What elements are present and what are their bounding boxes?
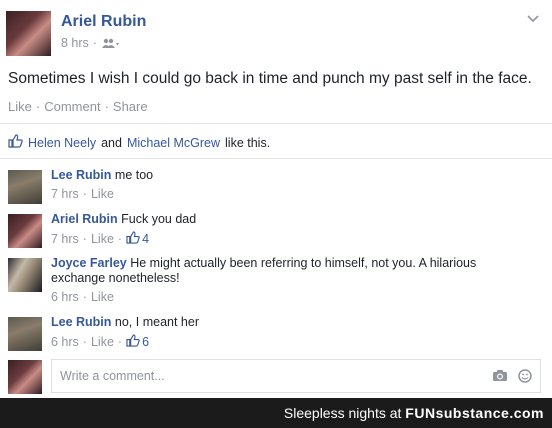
watermark-text: Sleepless nights at FUNsubstance.com xyxy=(283,405,544,421)
thumbs-up-icon xyxy=(8,134,23,151)
post-timestamp[interactable]: 8 hrs xyxy=(61,36,89,50)
comment-timestamp[interactable]: 7 hrs xyxy=(51,232,79,247)
thumbs-up-icon xyxy=(126,334,140,351)
comment-like-link[interactable]: Like xyxy=(91,187,114,202)
post-card: Ariel Rubin 8 hrs · Sometimes I wish I c… xyxy=(0,0,552,399)
avatar xyxy=(8,360,42,394)
post-actions: Like · Comment · Share xyxy=(8,99,148,114)
comment-text: no, I meant her xyxy=(114,315,199,329)
liker-name[interactable]: Michael McGrew xyxy=(127,136,220,150)
like-link[interactable]: Like xyxy=(8,99,32,114)
comment-author[interactable]: Ariel Rubin xyxy=(51,212,118,226)
comment-author[interactable]: Joyce Farley xyxy=(51,256,127,270)
post-text: Sometimes I wish I could go back in time… xyxy=(8,70,532,87)
emoji-icon[interactable] xyxy=(518,369,532,388)
comment-timestamp[interactable]: 6 hrs xyxy=(51,290,79,305)
write-comment-row: Write a comment... xyxy=(0,358,552,398)
likes-summary: Helen Neely and Michael McGrew like this… xyxy=(8,134,270,151)
post-meta: 8 hrs · xyxy=(61,36,121,50)
divider xyxy=(0,158,552,159)
comment-text: Fuck you dad xyxy=(121,212,197,226)
avatar[interactable] xyxy=(8,317,42,351)
comment-timestamp[interactable]: 6 hrs xyxy=(51,335,79,350)
thumbs-up-icon xyxy=(126,231,140,248)
comment-like-link[interactable]: Like xyxy=(91,290,114,305)
comment-like-link[interactable]: Like xyxy=(91,232,114,247)
avatar[interactable] xyxy=(8,258,42,292)
comment-input[interactable]: Write a comment... xyxy=(51,359,541,393)
avatar[interactable] xyxy=(8,214,42,248)
comment-author[interactable]: Lee Rubin xyxy=(51,315,111,329)
share-link[interactable]: Share xyxy=(113,99,148,114)
author-avatar[interactable] xyxy=(6,11,51,56)
comment-author[interactable]: Lee Rubin xyxy=(51,168,111,182)
comment-like-count[interactable]: 6 xyxy=(126,334,149,351)
camera-icon[interactable] xyxy=(492,369,508,388)
liker-name[interactable]: Helen Neely xyxy=(28,136,96,150)
comment-timestamp[interactable]: 7 hrs xyxy=(51,187,79,202)
comment-like-count[interactable]: 4 xyxy=(126,231,149,248)
post-author-name[interactable]: Ariel Rubin xyxy=(61,13,146,31)
comment-link[interactable]: Comment xyxy=(44,99,100,114)
avatar[interactable] xyxy=(8,170,42,204)
divider xyxy=(0,123,552,124)
comment-like-link[interactable]: Like xyxy=(91,335,114,350)
friends-audience-icon[interactable] xyxy=(101,38,121,49)
comment-text: me too xyxy=(114,168,154,182)
watermark-bar: Sleepless nights at FUNsubstance.com xyxy=(0,398,552,428)
chevron-down-icon[interactable] xyxy=(524,12,542,26)
